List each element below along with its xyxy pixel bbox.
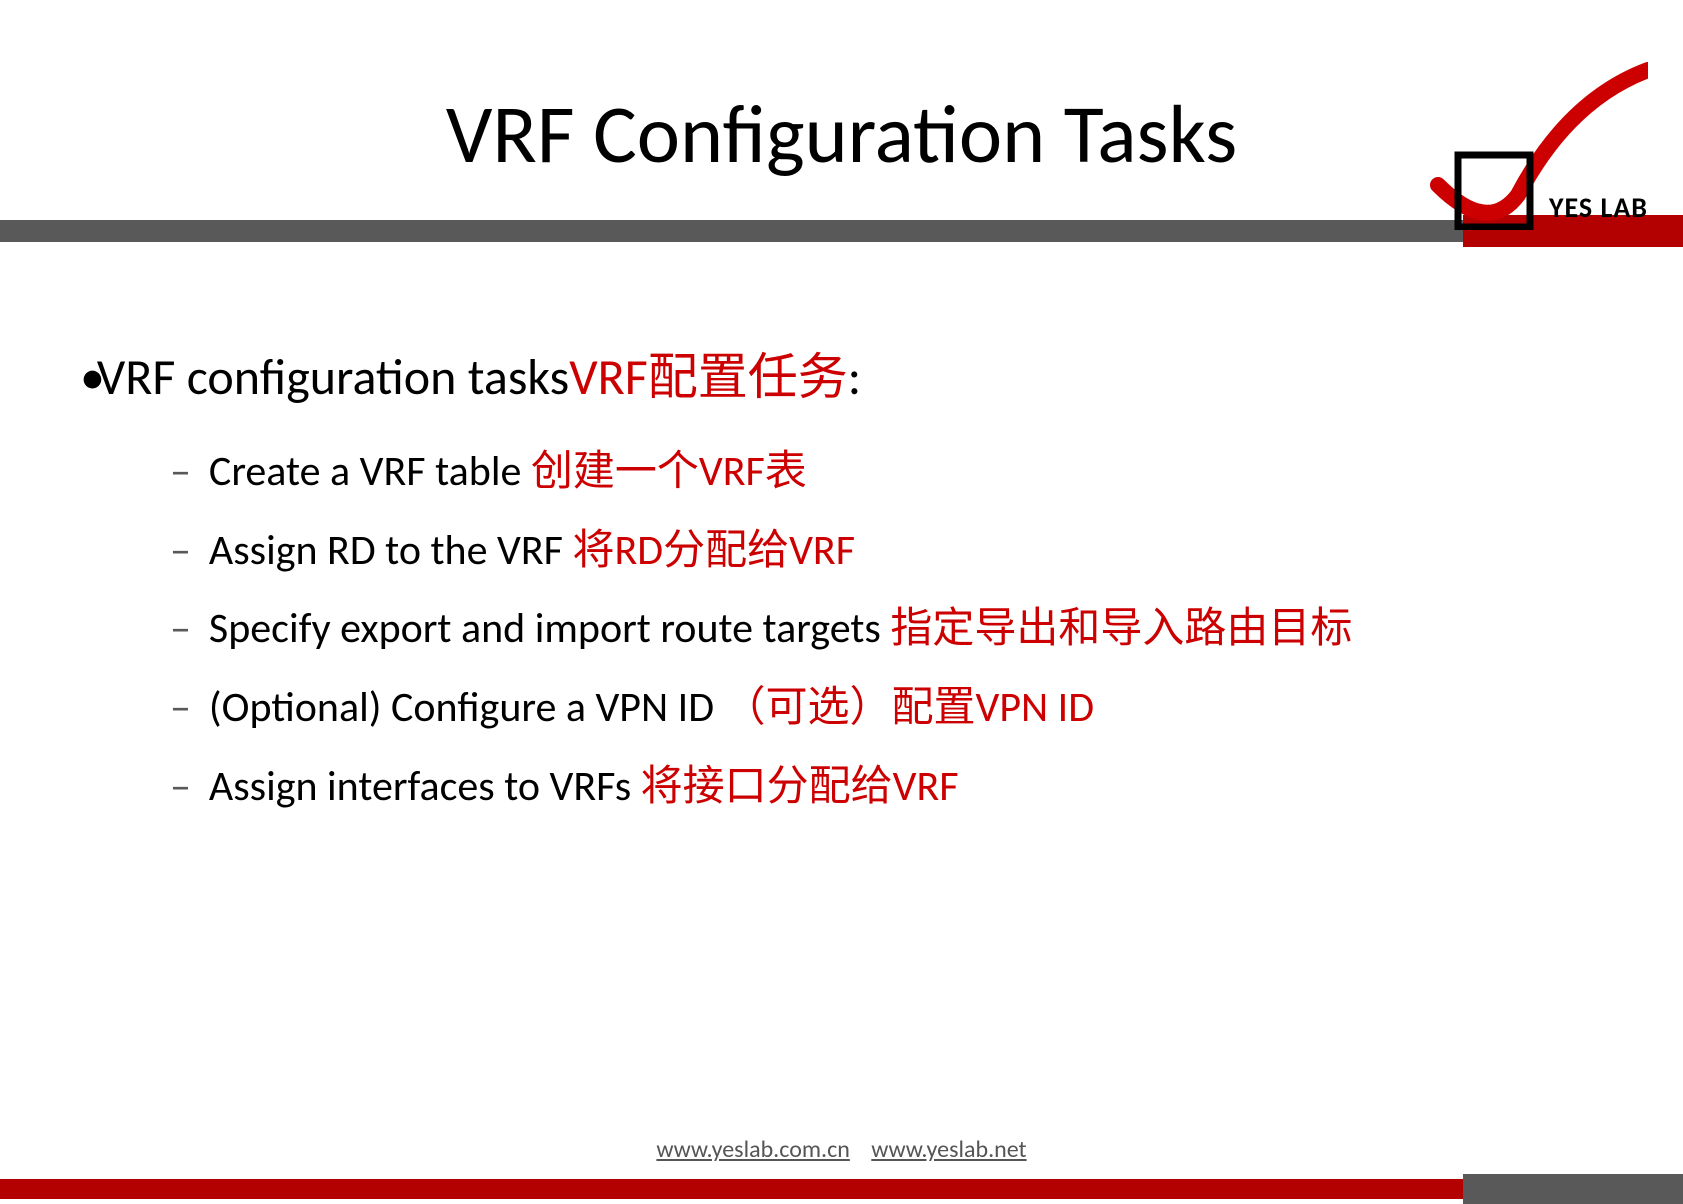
dash-marker: – [170,761,191,812]
sub-english: Assign RD to the VRF [209,525,573,576]
list-item-text: Assign RD to the VRF 将RD分配给VRF [209,523,855,580]
list-item: – Assign RD to the VRF 将RD分配给VRF [170,523,1603,580]
footer-gray-bar [1463,1174,1683,1204]
list-item: – Specify export and import route target… [170,601,1603,658]
sub-red: 将RD分配给VRF [572,525,855,576]
logo-area: YES LAB [1368,55,1648,230]
footer-links: www.yeslab.com.cn www.yeslab.net [0,1135,1683,1174]
sub-english: Assign interfaces to VRFs [209,761,641,812]
slide-container: YES LAB VRF Configuration Tasks •VRF con… [0,0,1683,1190]
list-item-text: Assign interfaces to VRFs 将接口分配给VRF [209,759,959,816]
dash-marker: – [170,682,191,733]
sub-red: （可选）配置VPN ID [724,682,1095,733]
sub-red: 创建一个VRF表 [531,446,807,497]
divider-gray-bar [0,220,1463,242]
dash-marker: – [170,446,191,497]
sub-red: 指定导出和导入路由目标 [890,603,1352,654]
list-item-text: Create a VRF table 创建一个VRF表 [209,444,807,501]
footer: www.yeslab.com.cn www.yeslab.net [0,1135,1683,1190]
list-item: – (Optional) Configure a VPN ID （可选）配置VP… [170,680,1603,737]
dash-marker: – [170,525,191,576]
content-area: •VRF configuration tasksVRF配置任务: – Creat… [0,247,1683,815]
footer-divider [0,1174,1683,1204]
sub-english: Create a VRF table [209,446,531,497]
footer-link-2[interactable]: www.yeslab.net [871,1135,1026,1164]
main-bullet-english: VRF configuration tasks [97,347,569,408]
list-item-text: (Optional) Configure a VPN ID （可选）配置VPN … [209,680,1094,737]
list-item: – Create a VRF table 创建一个VRF表 [170,444,1603,501]
sub-english: (Optional) Configure a VPN ID [209,682,724,733]
footer-red-bar [0,1179,1463,1199]
logo-text: YES LAB [1549,190,1648,225]
main-bullet: •VRF configuration tasksVRF配置任务: [80,337,1603,409]
list-item-text: Specify export and import route targets … [209,601,1352,658]
list-item: – Assign interfaces to VRFs 将接口分配给VRF [170,759,1603,816]
dash-marker: – [170,603,191,654]
sub-red: 将接口分配给VRF [641,761,959,812]
main-bullet-red: VRF配置任务 [569,347,848,408]
footer-link-1[interactable]: www.yeslab.com.cn [656,1135,849,1164]
sub-bullet-list: – Create a VRF table 创建一个VRF表 – Assign R… [80,444,1603,815]
sub-english: Specify export and import route targets [209,603,890,654]
main-bullet-colon: : [848,347,861,408]
